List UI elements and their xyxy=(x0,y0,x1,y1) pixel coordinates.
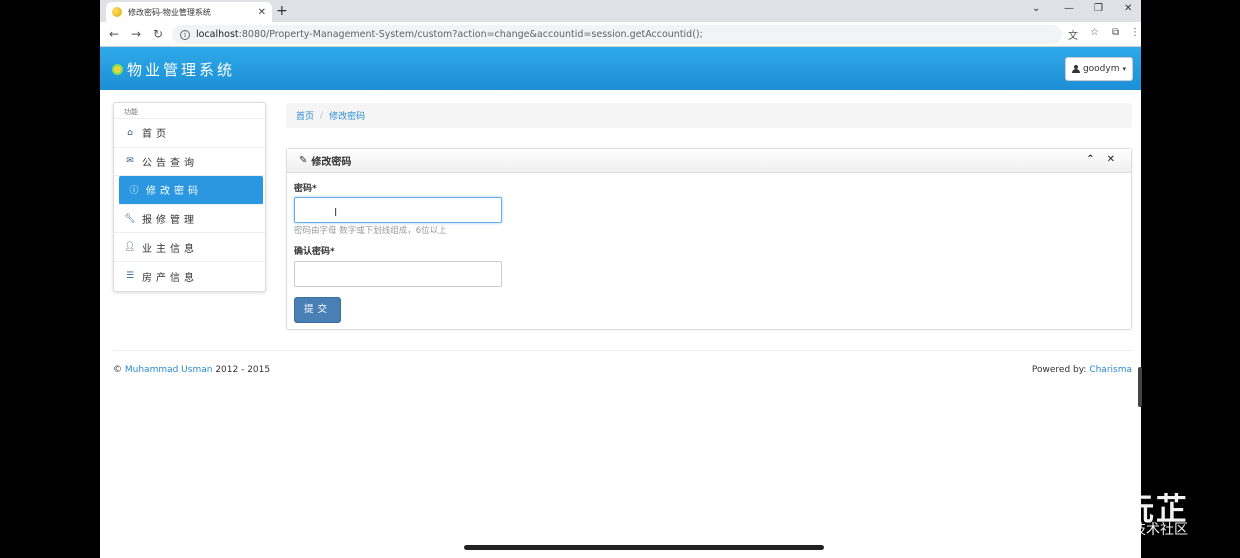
site-info-icon[interactable]: i xyxy=(180,29,190,40)
close-icon[interactable]: ✕ xyxy=(1107,154,1115,165)
browser-tab[interactable]: 修改密码-物业管理系统 ✕ xyxy=(106,2,272,22)
author-link[interactable]: Muhammad Usman xyxy=(125,365,213,375)
scrollbar-thumb[interactable] xyxy=(1138,367,1142,407)
url-host: localhost xyxy=(196,29,239,40)
sidebar-item-label: 业主信息 xyxy=(142,243,198,255)
wrench-icon: 🔧︎ xyxy=(124,213,136,224)
sidebar-item-notices[interactable]: ✉ 公告查询 xyxy=(114,148,265,177)
sidebar-item-label: 首页 xyxy=(142,129,170,141)
url-path: :8080/Property-Management-System/custom?… xyxy=(238,29,703,40)
submit-button[interactable]: 提交 xyxy=(294,297,341,323)
panel-title: 修改密码 xyxy=(311,157,352,168)
breadcrumb-separator: / xyxy=(320,110,324,121)
tab-strip: 修改密码-物业管理系统 ✕ + ⌄ — ❐ ✕ xyxy=(100,0,1141,22)
translate-icon[interactable]: 文 xyxy=(1068,27,1078,42)
screen: 修改密码-物业管理系统 ✕ + ⌄ — ❐ ✕ ← → ↻ i localhos… xyxy=(0,0,1240,558)
breadcrumb: 首页 / 修改密码 xyxy=(286,103,1132,128)
panel-header: ✎ 修改密码 xyxy=(287,149,1131,173)
brand-title: 物业管理系统 xyxy=(127,61,236,79)
sidebar-item-change-password[interactable]: ⓘ 修改密码 xyxy=(119,176,263,205)
sidebar-header: 功能 xyxy=(114,103,265,119)
sidebar-item-repairs[interactable]: 🔧︎ 报修管理 xyxy=(114,205,265,234)
favicon-icon xyxy=(112,7,122,17)
edit-icon: ✎ xyxy=(299,155,308,166)
sidebar-item-label: 修改密码 xyxy=(146,186,202,198)
password-field[interactable] xyxy=(294,197,502,223)
sidebar-item-home[interactable]: ⌂ 首页 xyxy=(114,119,265,148)
collapse-icon[interactable]: ⌃ xyxy=(1086,154,1094,165)
confirm-password-field[interactable] xyxy=(294,261,502,287)
powered-by-text: Powered by: xyxy=(1031,365,1087,375)
minimize-icon[interactable]: — xyxy=(1064,3,1074,14)
user-dropdown-button[interactable]: goodym ▾ xyxy=(1064,57,1133,81)
sidebar: 功能 ⌂ 首页 ✉ 公告查询 ⓘ 修改密码 🔧︎ 报修管理 👤︎ 业主信息 ☰ … xyxy=(113,102,266,292)
copyright-symbol: © xyxy=(113,365,122,375)
restore-icon[interactable]: ❐ xyxy=(1094,3,1103,14)
watermark-juejin: @稀土掘金技术社区 xyxy=(1062,522,1188,538)
address-bar[interactable]: i localhost:8080/Property-Management-Sys… xyxy=(172,25,1062,44)
home-icon: ⌂ xyxy=(127,127,133,138)
confirm-password-label: 确认密码* xyxy=(294,247,335,257)
back-icon[interactable]: ← xyxy=(103,27,125,41)
password-help-text: 密码由字母 数字或下划线组成，6位以上 xyxy=(294,226,447,236)
user-icon: 👤︎ xyxy=(124,242,136,253)
user-name: goodym xyxy=(1082,64,1120,74)
list-icon: ☰ xyxy=(125,271,135,282)
sidebar-item-label: 报修管理 xyxy=(142,215,198,227)
new-tab-icon[interactable]: + xyxy=(276,2,288,20)
password-label: 密码* xyxy=(294,184,317,194)
extensions-icon[interactable]: ⧉ xyxy=(1112,27,1119,38)
favorite-icon[interactable]: ☆ xyxy=(1090,27,1099,38)
forward-icon[interactable]: → xyxy=(125,27,147,41)
caret-down-icon: ▾ xyxy=(1122,65,1126,73)
browser-window: 修改密码-物业管理系统 ✕ + ⌄ — ❐ ✕ ← → ↻ i localhos… xyxy=(100,0,1141,558)
footer-copyright: © Muhammad Usman 2012 - 2015 xyxy=(113,365,270,375)
breadcrumb-home[interactable]: 首页 xyxy=(296,109,314,122)
chevron-down-icon[interactable]: ⌄ xyxy=(1032,3,1040,14)
sidebar-item-owners[interactable]: 👤︎ 业主信息 xyxy=(114,233,265,262)
footer-powered: Powered by: Charisma xyxy=(1032,365,1132,375)
user-icon xyxy=(1071,65,1080,73)
text-cursor-icon: I xyxy=(334,206,338,219)
copyright-years: 2012 - 2015 xyxy=(215,365,271,375)
menu-icon[interactable]: ⋮ xyxy=(1130,27,1140,38)
change-password-panel: ✎ 修改密码 ⌃ ✕ 密码* I 密码由字母 数字或下划线组成，6位以上 确认密… xyxy=(286,148,1132,330)
charisma-link[interactable]: Charisma xyxy=(1089,365,1132,375)
reload-icon[interactable]: ↻ xyxy=(147,27,169,41)
sidebar-item-properties[interactable]: ☰ 房产信息 xyxy=(114,262,265,291)
logo-icon xyxy=(112,64,123,75)
envelope-icon: ✉ xyxy=(126,156,134,167)
sidebar-item-label: 公告查询 xyxy=(142,157,198,169)
close-window-icon[interactable]: ✕ xyxy=(1124,3,1132,14)
home-indicator[interactable] xyxy=(464,545,824,550)
tab-title: 修改密码-物业管理系统 xyxy=(128,7,211,17)
footer-divider xyxy=(113,350,1132,351)
breadcrumb-current[interactable]: 修改密码 xyxy=(329,109,365,122)
tab-close-icon[interactable]: ✕ xyxy=(258,7,266,18)
panel-tools: ⌃ ✕ xyxy=(1086,154,1115,165)
info-icon: ⓘ xyxy=(129,186,139,197)
app-header: 物业管理系统 goodym ▾ xyxy=(100,47,1141,90)
sidebar-item-label: 房产信息 xyxy=(142,272,198,284)
navigation-bar: ← → ↻ i localhost:8080/Property-Manageme… xyxy=(100,22,1141,47)
brand[interactable]: 物业管理系统 xyxy=(112,59,235,80)
